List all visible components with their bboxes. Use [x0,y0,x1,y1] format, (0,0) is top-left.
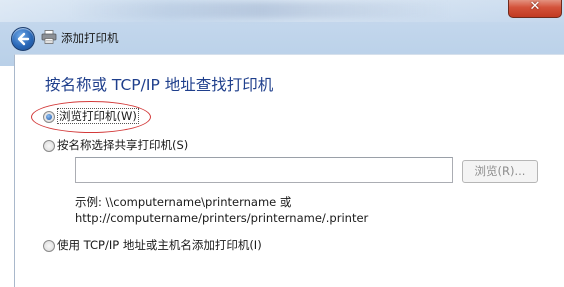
close-icon[interactable]: ✕ [509,0,561,14]
back-arrow-icon [17,32,30,46]
option-tcpip-label[interactable]: 使用 TCP/IP 地址或主机名添加打印机(I) [57,237,262,253]
shared-printer-input[interactable] [75,157,453,183]
blurred-titlebar [70,2,450,18]
example-line-2: http://computername/printers/printername… [75,211,369,225]
option-browse-label[interactable]: 浏览打印机(W) [57,108,139,124]
radio-select-shared[interactable] [43,140,55,152]
close-button[interactable]: ✕ [508,0,562,18]
page-heading: 按名称或 TCP/IP 地址查找打印机 [45,76,274,94]
printer-icon [41,30,57,44]
option-shared-label[interactable]: 按名称选择共享打印机(S) [57,137,188,153]
option-browse-text[interactable]: 浏览打印机(W) [57,108,139,124]
radio-browse-printer[interactable] [43,111,55,123]
browse-button[interactable]: 浏览(R)... [462,160,538,183]
window-title: 添加打印机 [61,31,119,45]
example-line-1: 示例: \\computername\printername 或 [75,195,292,209]
radio-tcpip[interactable] [43,240,55,252]
back-button[interactable] [11,27,35,51]
